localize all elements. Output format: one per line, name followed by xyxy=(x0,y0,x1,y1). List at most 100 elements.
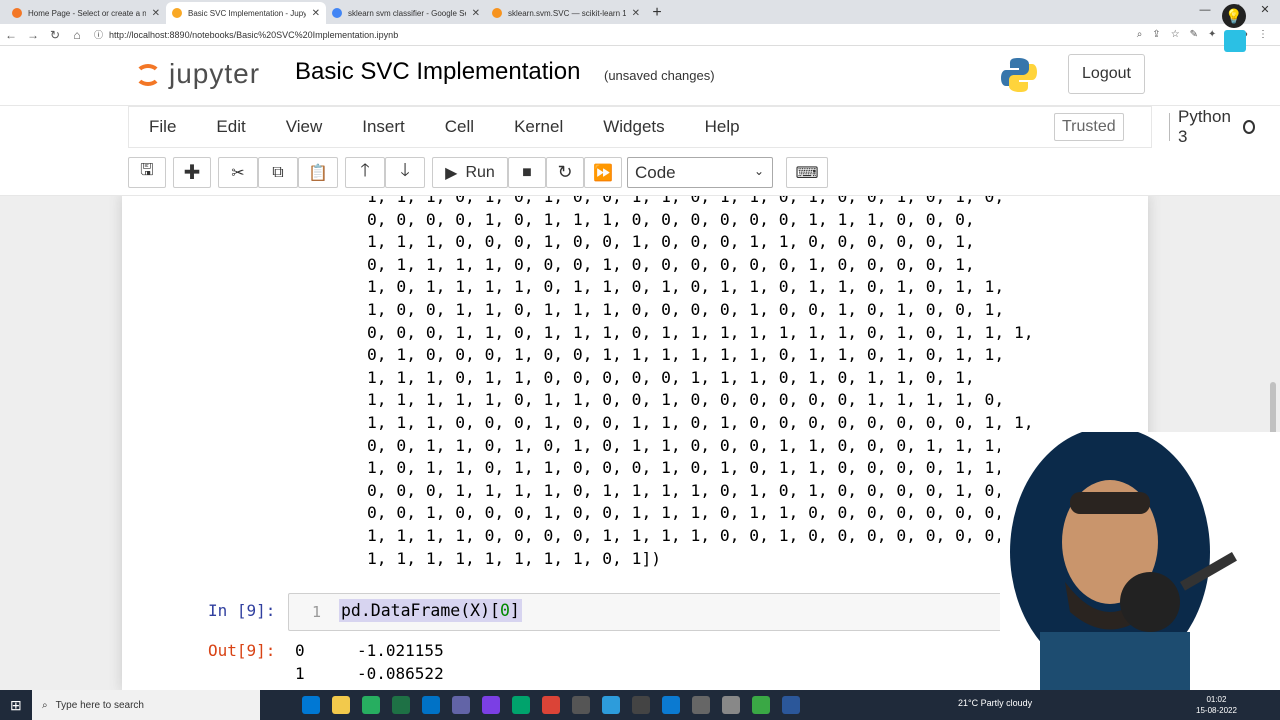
code-line[interactable]: pd.DataFrame(X)[0] xyxy=(339,599,522,622)
menu-item-cell[interactable]: Cell xyxy=(445,117,474,137)
logout-button[interactable]: Logout xyxy=(1068,54,1145,94)
address-bar: ← → ↻ ⌂ ⓘ http://localhost:8890/notebook… xyxy=(0,24,1280,46)
reload-icon[interactable]: ↻ xyxy=(44,28,66,42)
bookmark-star-icon[interactable]: ☆ xyxy=(1171,29,1180,40)
paste-button[interactable]: 📋 xyxy=(298,157,338,188)
restart-button[interactable]: ↻ xyxy=(546,157,584,188)
app4-icon[interactable] xyxy=(632,696,650,714)
teams-icon[interactable] xyxy=(452,696,470,714)
browser-tab[interactable]: sklearn svm classifier - Google Se ✕ xyxy=(326,2,486,24)
tab-title: sklearn.svm.SVC — scikit-learn 1 xyxy=(508,8,626,18)
browser-tab[interactable]: Basic SVC Implementation - Jupy ✕ xyxy=(166,2,326,24)
command-palette-button[interactable]: ⌨ xyxy=(786,157,828,188)
python-logo-icon xyxy=(1001,58,1037,92)
restart-run-all-button[interactable]: ⏩ xyxy=(584,157,622,188)
new-tab-button[interactable]: + xyxy=(646,2,668,24)
menu-item-help[interactable]: Help xyxy=(705,117,740,137)
interrupt-button[interactable]: ■ xyxy=(508,157,546,188)
zoom-icon[interactable]: ⌕ xyxy=(1137,29,1143,40)
copy-icon: ⧉ xyxy=(272,163,284,181)
share-icon[interactable]: ⇪ xyxy=(1152,29,1160,40)
notebook-title[interactable]: Basic SVC Implementation xyxy=(295,58,580,86)
menu-item-edit[interactable]: Edit xyxy=(216,117,245,137)
move-down-button[interactable]: 🡓 xyxy=(385,157,425,188)
forward-icon[interactable]: → xyxy=(22,28,44,42)
mail-icon[interactable] xyxy=(422,696,440,714)
browser-tab[interactable]: sklearn.svm.SVC — scikit-learn 1 ✕ xyxy=(486,2,646,24)
series-value: -1.021155 xyxy=(357,641,444,660)
tab-close-icon[interactable]: ✕ xyxy=(312,8,320,19)
tab-favicon-icon xyxy=(172,8,182,18)
clock[interactable]: 01:02 15-08-2022 xyxy=(1196,694,1237,716)
output-line: 1, 1, 1, 1, 1, 1, 1, 1, 0, 1]) xyxy=(367,548,662,568)
close-window-icon[interactable]: ✕ xyxy=(1250,0,1280,22)
tab-close-icon[interactable]: ✕ xyxy=(472,8,480,19)
edge-icon[interactable] xyxy=(302,696,320,714)
extension-icon[interactable]: ✎ xyxy=(1190,29,1198,40)
arrow-down-icon: 🡓 xyxy=(400,159,410,180)
line-number: 1 xyxy=(312,603,322,621)
menu-item-widgets[interactable]: Widgets xyxy=(603,117,664,137)
scissors-icon: ✂ xyxy=(231,164,245,182)
cell-type-value: Code xyxy=(635,162,676,182)
run-button[interactable]: ▶ Run xyxy=(432,157,508,188)
menu-item-kernel[interactable]: Kernel xyxy=(514,117,563,137)
output-line: 0, 1, 0, 0, 0, 1, 0, 0, 1, 1, 1, 1, 1, 1… xyxy=(367,345,1005,365)
output-line: 0, 0, 1, 0, 0, 0, 1, 0, 0, 1, 1, 1, 0, 1… xyxy=(367,503,1005,523)
kernel-indicator[interactable]: Python 3 xyxy=(1169,107,1255,146)
minimize-icon[interactable]: — xyxy=(1190,0,1220,22)
insert-cell-button[interactable]: ✚ xyxy=(173,157,211,188)
app5-icon[interactable] xyxy=(692,696,710,714)
zoom-app-icon[interactable] xyxy=(662,696,680,714)
file-explorer-icon[interactable] xyxy=(332,696,350,714)
extension-puzzle-icon[interactable]: ✦ xyxy=(1208,29,1216,40)
jupyter-logo-mark xyxy=(133,56,163,92)
tab-close-icon[interactable]: ✕ xyxy=(632,8,640,19)
keyboard-icon: ⌨ xyxy=(795,164,819,182)
code-index: 0 xyxy=(499,601,510,620)
save-button[interactable]: 🖫 xyxy=(128,157,166,188)
chrome-icon[interactable] xyxy=(542,696,560,714)
lightbulb-icon[interactable]: 💡 xyxy=(1222,4,1246,28)
app6-icon[interactable] xyxy=(722,696,740,714)
input-prompt: In [9]: xyxy=(208,601,276,620)
arrow-up-icon: 🡑 xyxy=(360,159,370,180)
excel-icon[interactable] xyxy=(392,696,410,714)
browser-tab[interactable]: Home Page - Select or create a n ✕ xyxy=(6,2,166,24)
word-icon[interactable] xyxy=(782,696,800,714)
series-row: 1 -0.086522 xyxy=(295,664,444,683)
taskbar-search[interactable]: ⌕ Type here to search xyxy=(32,690,260,720)
app3-icon[interactable] xyxy=(602,696,620,714)
windows-taskbar: ⊞ ⌕ Type here to search 21°C Partly clou… xyxy=(0,690,1280,720)
move-up-button[interactable]: 🡑 xyxy=(345,157,385,188)
trusted-indicator[interactable]: Trusted xyxy=(1054,113,1124,141)
jupyter-logo[interactable]: jupyter xyxy=(133,56,260,92)
extension-badge-icon[interactable] xyxy=(1224,30,1246,52)
media-icon[interactable] xyxy=(512,696,530,714)
info-icon: ⓘ xyxy=(94,30,104,40)
tab-title: Home Page - Select or create a n xyxy=(28,8,146,18)
back-icon[interactable]: ← xyxy=(0,28,22,42)
app7-icon[interactable] xyxy=(752,696,770,714)
menu-item-insert[interactable]: Insert xyxy=(362,117,405,137)
cell-type-select[interactable]: Code ⌄ xyxy=(627,157,773,188)
series-value: -0.086522 xyxy=(357,664,444,683)
paste-icon: 📋 xyxy=(308,164,328,182)
cut-button[interactable]: ✂ xyxy=(218,157,258,188)
copy-button[interactable]: ⧉ xyxy=(258,157,298,188)
output-line: 0, 0, 0, 1, 1, 1, 1, 0, 1, 1, 1, 1, 0, 1… xyxy=(367,480,1005,500)
jupyter-logo-text: jupyter xyxy=(169,58,261,89)
output-line: 1, 1, 1, 1, 0, 0, 0, 0, 1, 1, 1, 1, 0, 0… xyxy=(367,525,1005,545)
menu-kebab-icon[interactable]: ⋮ xyxy=(1258,29,1268,40)
home-icon[interactable]: ⌂ xyxy=(66,28,88,42)
tab-close-icon[interactable]: ✕ xyxy=(152,8,160,19)
settings-icon[interactable] xyxy=(572,696,590,714)
app-icon[interactable] xyxy=(362,696,380,714)
menu-item-file[interactable]: File xyxy=(149,117,176,137)
restart-icon: ↻ xyxy=(557,162,573,182)
url-field[interactable]: ⓘ http://localhost:8890/notebooks/Basic%… xyxy=(94,28,1137,41)
menu-item-view[interactable]: View xyxy=(286,117,323,137)
app2-icon[interactable] xyxy=(482,696,500,714)
windows-start-icon[interactable]: ⊞ xyxy=(10,697,22,714)
weather-widget[interactable]: 21°C Partly cloudy xyxy=(958,698,1032,708)
